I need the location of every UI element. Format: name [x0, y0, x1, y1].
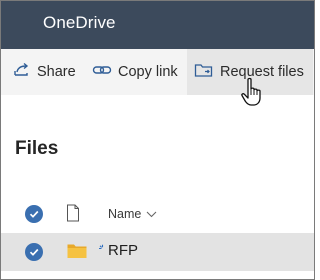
- folder-icon: [67, 243, 87, 264]
- copy-link-button[interactable]: Copy link: [92, 49, 178, 95]
- new-item-icon: [98, 240, 107, 258]
- name-column-header[interactable]: Name: [108, 207, 157, 221]
- file-name[interactable]: RFP: [108, 242, 138, 259]
- row-checkbox[interactable]: [25, 243, 43, 261]
- app-title: OneDrive: [43, 13, 116, 32]
- share-label: Share: [37, 64, 76, 80]
- link-icon: [92, 63, 112, 81]
- command-bar: Share Copy link Request files: [1, 49, 314, 95]
- list-header: Name: [1, 197, 314, 231]
- share-button[interactable]: Share: [13, 49, 76, 95]
- chevron-down-icon: [146, 211, 157, 217]
- share-icon: [13, 62, 31, 82]
- select-all-checkbox[interactable]: [25, 205, 43, 223]
- onedrive-window: OneDrive Share Copy link Request files F…: [0, 0, 315, 280]
- name-column-label: Name: [108, 207, 142, 221]
- copy-link-label: Copy link: [118, 64, 178, 80]
- app-header: OneDrive: [1, 1, 314, 49]
- folder-request-icon: [194, 62, 214, 82]
- page-title: Files: [15, 138, 59, 159]
- file-type-icon: [66, 204, 80, 227]
- list-item[interactable]: RFP: [1, 233, 314, 271]
- hand-cursor-icon: [240, 77, 266, 112]
